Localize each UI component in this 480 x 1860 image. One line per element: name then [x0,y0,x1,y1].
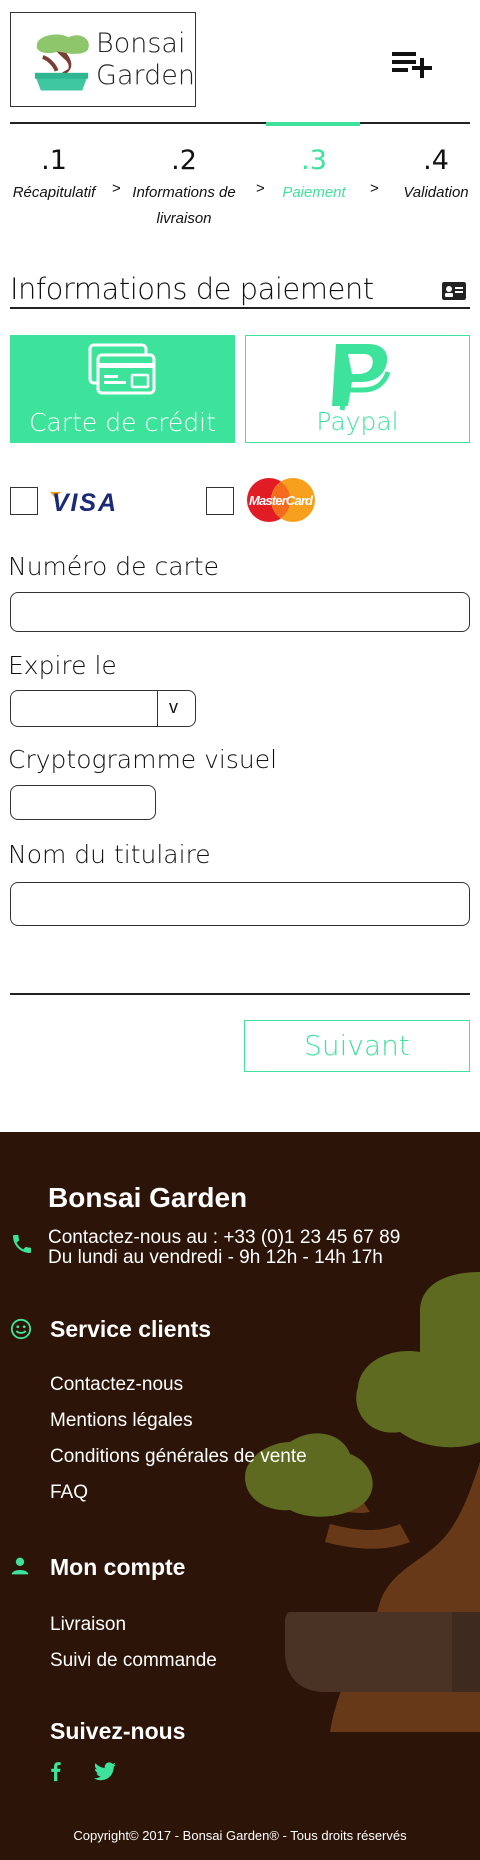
footer-contact: Contactez-nous au : +33 (0)1 23 45 67 89… [48,1228,400,1268]
card-number-input[interactable] [10,592,470,632]
step-validation[interactable]: .4 Validation [396,124,476,206]
visa-logo-mark: VISA [50,489,116,516]
step-delivery[interactable]: .2 Informations de livraison [128,124,240,232]
step-separator: > [112,180,121,197]
follow-heading: Suivez-nous [50,1718,186,1744]
paypal-method-button[interactable]: Paypal [245,335,470,443]
credit-card-icon [88,343,156,395]
bonsai-logo-icon [34,34,89,91]
step-payment[interactable]: .3 Paiement [272,124,356,206]
twitter-icon[interactable] [94,1762,116,1781]
step-label: Informations de livraison [132,184,236,227]
holder-name-input[interactable] [10,882,470,926]
step-number: .4 [423,145,449,176]
mastercard-logo: MasterCard [247,478,315,522]
service-clients-heading: Service clients [50,1316,212,1342]
paypal-icon [332,344,391,411]
logo-line-2: Garden [96,59,195,91]
footer-link-legal[interactable]: Mentions légales [50,1410,193,1432]
footer-link-contact[interactable]: Contactez-nous [50,1374,183,1396]
mastercard-checkbox[interactable] [206,487,234,515]
footer-hours: Du lundi au vendredi - 9h 12h - 14h 17h [48,1247,383,1268]
credit-card-label: Carte de crédit [29,408,216,437]
footer-phone: Contactez-nous au : +33 (0)1 23 45 67 89 [48,1227,401,1248]
card-number-label: Numéro de carte [8,552,219,581]
svg-text:MasterCard: MasterCard [249,493,314,508]
checkout-steps: .1 Récapitulatif > .2 Informations de li… [0,124,480,234]
add-to-list-icon[interactable] [390,46,434,82]
active-step-indicator [266,122,360,126]
phone-icon [13,1235,31,1253]
facebook-icon[interactable] [50,1760,61,1782]
footer-link-faq[interactable]: FAQ [50,1482,88,1504]
user-icon [11,1557,29,1575]
paypal-label: Paypal [316,407,399,436]
select-divider [157,691,158,726]
cvv-input[interactable] [10,785,156,820]
payment-title-divider [10,307,470,309]
id-card-icon [442,282,466,300]
holder-name-label: Nom du titulaire [8,840,211,869]
logo[interactable]: Bonsai Garden [10,12,196,107]
credit-card-method-button[interactable]: Carte de crédit [10,335,235,443]
step-separator: > [256,180,265,197]
step-recap[interactable]: .1 Récapitulatif [8,124,100,206]
chevron-down-icon: v [169,697,178,717]
cvv-label: Cryptogramme visuel [8,745,278,774]
step-number: .1 [41,145,67,176]
footer: Bonsai Garden Contactez-nous au : +33 (0… [0,1132,480,1860]
logo-text: Bonsai Garden [94,28,195,92]
footer-link-order-tracking[interactable]: Suivi de commande [50,1650,217,1672]
copyright: Copyright© 2017 - Bonsai Garden® - Tous … [73,1828,407,1843]
payment-title: Informations de paiement [10,272,374,306]
smiley-icon [10,1318,32,1340]
expiry-label: Expire le [8,651,117,680]
step-number: .2 [171,145,197,176]
form-divider [10,993,470,995]
svg-text:VISA: VISA [52,489,116,516]
step-separator: > [370,180,379,197]
step-label: Validation [403,184,469,201]
footer-brand: Bonsai Garden [48,1182,248,1213]
expiry-select[interactable]: v [10,690,196,727]
account-heading: Mon compte [50,1554,186,1580]
step-label: Récapitulatif [12,184,96,201]
logo-line-1: Bonsai [96,27,186,59]
footer-link-cgv[interactable]: Conditions générales de vente [50,1446,307,1468]
next-button[interactable]: Suivant [244,1020,470,1072]
visa-checkbox[interactable] [10,487,38,515]
step-label: Paiement [282,184,346,201]
step-number: .3 [301,145,327,176]
footer-link-delivery[interactable]: Livraison [50,1614,126,1636]
header: Bonsai Garden [0,0,480,124]
